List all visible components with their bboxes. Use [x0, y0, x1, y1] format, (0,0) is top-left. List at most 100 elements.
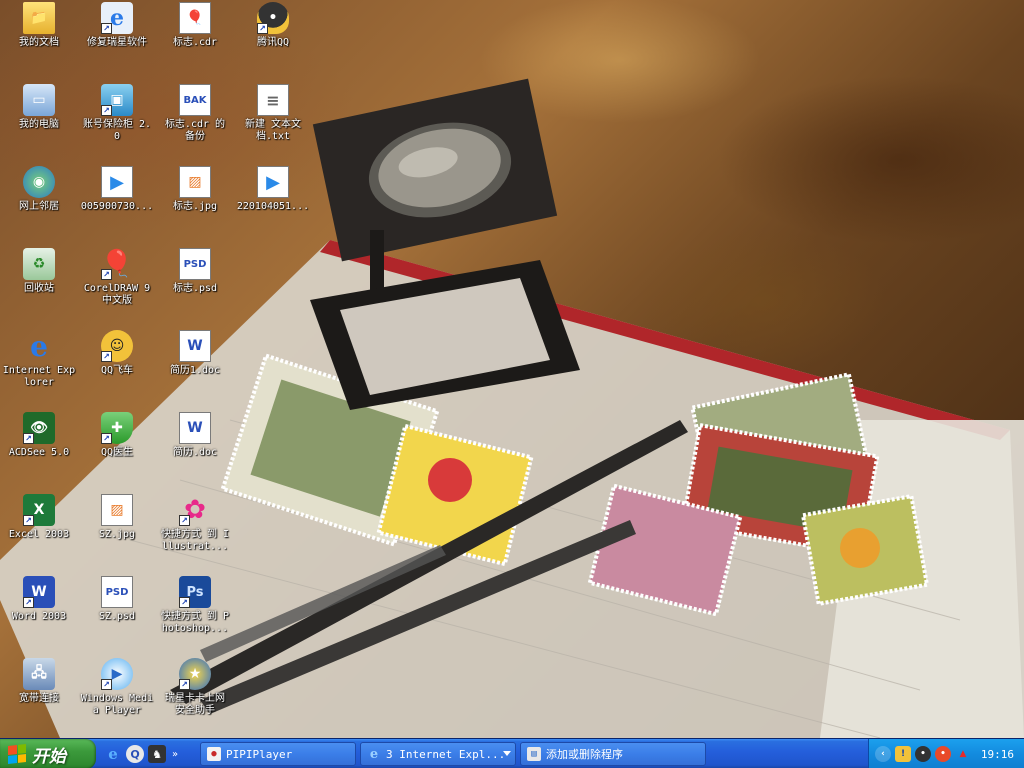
icon-label: Excel 2003 [8, 529, 70, 540]
icon-label: SZ.jpg [98, 529, 136, 540]
qq-tray-icon[interactable]: • [915, 746, 931, 762]
desktop-icon-internet-explorer[interactable]: e Internet Explorer [0, 330, 78, 389]
text-file-icon: ≡ [257, 84, 289, 116]
desktop-icon-excel[interactable]: X ↗ Excel 2003 [0, 494, 78, 541]
desktop-icon-logo-cdr-backup[interactable]: BAK 标志.cdr 的 备份 [156, 84, 234, 143]
psd-file-icon: PSD [101, 576, 133, 608]
desktop-icon-qq-doctor[interactable]: ✚ ↗ QQ医生 [78, 412, 156, 459]
desktop-icon-logo-cdr[interactable]: 🎈 标志.cdr [156, 2, 234, 49]
icon-label: 账号保险柜 2.0 [82, 119, 152, 142]
icon-label: Windows Media Player [80, 693, 154, 716]
icon-label: 005900730... [80, 201, 154, 212]
ie-quicklaunch-icon[interactable]: e [104, 745, 122, 763]
security-shield-icon[interactable]: ! [895, 746, 911, 762]
internet-explorer-icon: e [30, 329, 48, 363]
icon-label: 标志.jpg [172, 201, 218, 212]
desktop-icon-photoshop-shortcut[interactable]: Ps ↗ 快捷方式 到 Photoshop... [156, 576, 234, 635]
recycle-bin-icon: ♻ [23, 248, 55, 280]
start-button[interactable]: 开始 [0, 739, 96, 768]
desktop-icon-network-places[interactable]: ◉ 网上邻居 [0, 166, 78, 213]
shortcut-arrow-icon: ↗ [101, 351, 112, 362]
rising-tray-icon[interactable]: ▲ [955, 746, 971, 762]
desktop-icon-logo-psd[interactable]: PSD 标志.psd [156, 248, 234, 295]
qq-tray-icon-2[interactable]: • [935, 746, 951, 762]
icon-label: 简历1.doc [169, 365, 221, 376]
desktop-icon-illustrator-shortcut[interactable]: ✿ ↗ 快捷方式 到 Illustrat... [156, 494, 234, 553]
icon-label: 快捷方式 到 Photoshop... [160, 611, 230, 634]
broadband-connection-icon: 🖧 [23, 658, 55, 690]
task-label: 添加或删除程序 [546, 748, 623, 761]
my-documents-icon: 📁 [23, 2, 55, 34]
desktop-icon-resume-doc[interactable]: W 简历.doc [156, 412, 234, 459]
quick-launch-more-button[interactable]: » [172, 749, 178, 760]
icon-label: 标志.cdr [172, 37, 218, 48]
desktop-icon-repair-rising[interactable]: e ↗ 修复瑞星软件 [78, 2, 156, 49]
icon-label: 回收站 [24, 283, 54, 294]
media-file-icon: ▶ [101, 166, 133, 198]
icon-label: QQ医生 [100, 447, 134, 458]
network-places-icon: ◉ [23, 166, 55, 198]
pipiplayer-icon: ● [207, 747, 221, 761]
desktop-icon-logo-jpg[interactable]: ▨ 标志.jpg [156, 166, 234, 213]
ie-group-icon: e [369, 746, 379, 762]
icon-label: 标志.psd [172, 283, 218, 294]
icon-label: 简历.doc [172, 447, 218, 458]
icon-label: ACDSee 5.0 [8, 447, 70, 458]
tray-expand-button[interactable]: ‹ [875, 746, 891, 762]
qq-quicklaunch-icon[interactable]: Q [126, 745, 144, 763]
desktop-icon-windows-media-player[interactable]: ▶ ↗ Windows Media Player [78, 658, 156, 717]
desktop-icon-rising-kaka[interactable]: ★ ↗ 瑞星卡卡上网 安全助手 [156, 658, 234, 717]
icon-label: 网上邻居 [19, 201, 59, 212]
game-quicklaunch-icon[interactable]: ♞ [148, 745, 166, 763]
shortcut-arrow-icon: ↗ [101, 23, 112, 34]
task-label: 3 Internet Expl... [386, 747, 506, 761]
icon-label: 220104051... [236, 201, 310, 212]
icon-label: CorelDRAW 9 中文版 [83, 283, 151, 306]
system-tray: ‹ ! • • ▲ 19:16 [868, 739, 1024, 768]
icon-label: 快捷方式 到 Illustrat... [160, 529, 230, 552]
desktop-icon-media-file-1[interactable]: ▶ 005900730... [78, 166, 156, 213]
shortcut-arrow-icon: ↗ [257, 23, 268, 34]
shortcut-arrow-icon: ↗ [23, 597, 34, 608]
desktop-icon-my-documents[interactable]: 📁 我的文档 [0, 2, 78, 49]
desktop-icon-sz-psd[interactable]: PSD SZ.psd [78, 576, 156, 623]
desktop-icon-qq-speed[interactable]: ☺ ↗ QQ飞车 [78, 330, 156, 377]
taskbar: 开始 e Q ♞ » ● PIPIPlayer e 3 Internet Exp… [0, 738, 1024, 768]
icon-label: Internet Explorer [2, 365, 76, 388]
shortcut-arrow-icon: ↗ [101, 105, 112, 116]
shortcut-arrow-icon: ↗ [23, 515, 34, 526]
clock[interactable]: 19:16 [981, 748, 1014, 761]
icon-label: 我的文档 [19, 37, 59, 48]
shortcut-arrow-icon: ↗ [101, 433, 112, 444]
group-dropdown-icon [503, 751, 511, 756]
icon-label: 我的电脑 [19, 119, 59, 130]
desktop-icon-resume1-doc[interactable]: W 简历1.doc [156, 330, 234, 377]
icon-label: 修复瑞星软件 [87, 37, 147, 48]
desktop-icon-my-computer[interactable]: ▭ 我的电脑 [0, 84, 78, 131]
desktop-icon-acdsee[interactable]: 👁 ↗ ACDSee 5.0 [0, 412, 78, 459]
icon-label: SZ.psd [98, 611, 136, 622]
desktop-icon-tencent-qq[interactable]: • ↗ 腾讯QQ [234, 2, 312, 49]
desktop-icon-account-safe[interactable]: ▣ ↗ 账号保险柜 2.0 [78, 84, 156, 143]
task-button-internet-explorer-group[interactable]: e 3 Internet Expl... [360, 742, 516, 766]
shortcut-arrow-icon: ↗ [179, 597, 190, 608]
desktop-icon-new-text-doc[interactable]: ≡ 新建 文本文 档.txt [234, 84, 312, 143]
word-doc-icon: W [179, 330, 211, 362]
desktop-icon-media-file-2[interactable]: ▶ 220104051... [234, 166, 312, 213]
icon-label: 宽带连接 [19, 693, 59, 704]
desktop-icon-word[interactable]: W ↗ Word 2003 [0, 576, 78, 623]
backup-file-icon: BAK [179, 84, 211, 116]
desktop-icon-sz-jpg[interactable]: ▨ SZ.jpg [78, 494, 156, 541]
task-button-pipiplayer[interactable]: ● PIPIPlayer [200, 742, 356, 766]
add-remove-programs-icon: ▤ [527, 747, 541, 761]
icon-label: Word 2003 [11, 611, 67, 622]
start-label: 开始 [32, 746, 66, 767]
task-label: PIPIPlayer [226, 747, 293, 761]
task-button-add-remove-programs[interactable]: ▤ 添加或删除程序 [520, 742, 706, 766]
icon-label: 新建 文本文 档.txt [244, 119, 302, 142]
icon-label: 腾讯QQ [256, 37, 290, 48]
desktop-icon-recycle-bin[interactable]: ♻ 回收站 [0, 248, 78, 295]
desktop-icon-broadband[interactable]: 🖧 宽带连接 [0, 658, 78, 705]
shortcut-arrow-icon: ↗ [101, 269, 112, 280]
desktop-icon-coreldraw[interactable]: 🎈 ↗ CorelDRAW 9 中文版 [78, 248, 156, 307]
